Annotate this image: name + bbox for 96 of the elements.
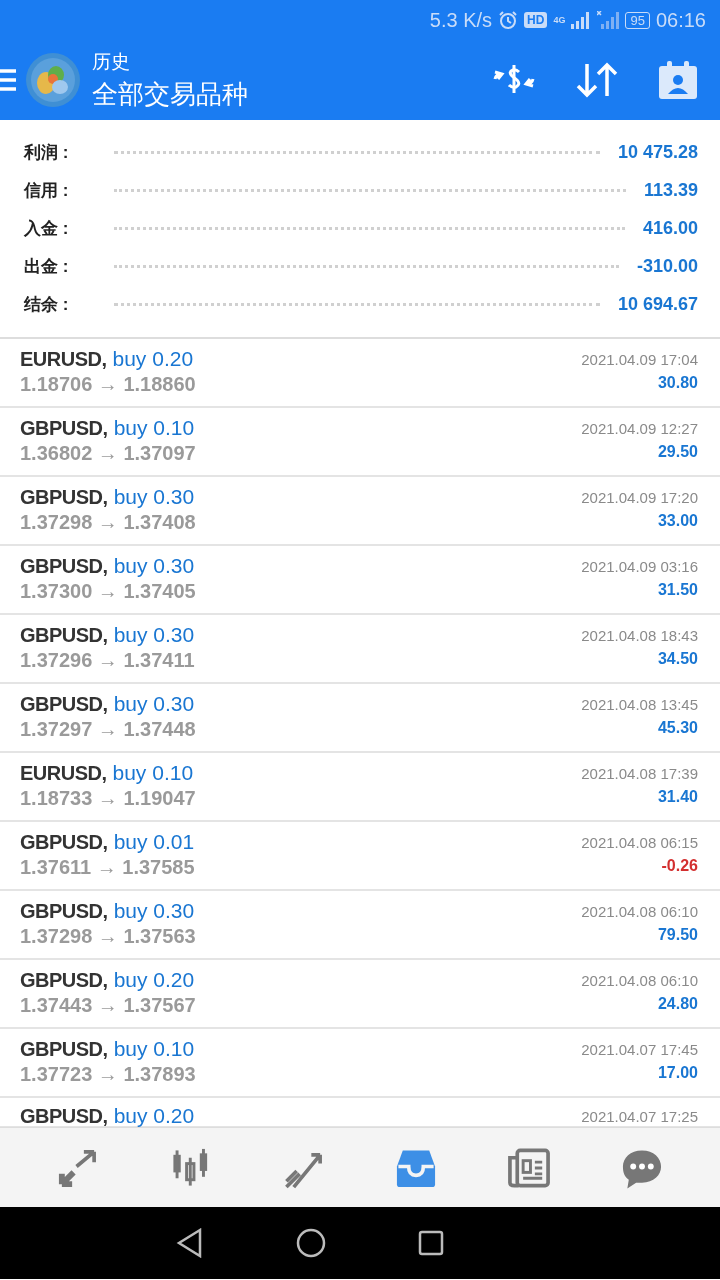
deal-time: 2021.04.09 17:04: [581, 351, 698, 368]
deal-time: 2021.04.08 06:15: [581, 834, 698, 851]
deal-volume: buy 0.20: [113, 968, 195, 992]
deal-volume: buy 0.20: [113, 1104, 195, 1127]
deal-volume: buy 0.30: [113, 899, 195, 923]
deal-prices: 1.18733 → 1.19047: [20, 787, 196, 810]
deal-time: 2021.04.09 03:16: [581, 558, 698, 575]
symbol-filter[interactable]: 全部交易品种: [92, 76, 492, 112]
back-icon[interactable]: [176, 1228, 204, 1258]
deal-row[interactable]: GBPUSD, buy 0.30 1.37296 → 1.37411 2021.04.08 18:43 34.50: [0, 615, 720, 684]
deal-row[interactable]: GBPUSD, buy 0.10 1.37723 → 1.37893 2021.04.07 17:45 17.00: [0, 1029, 720, 1098]
deal-row[interactable]: GBPUSD, buy 0.01 1.37611 → 1.37585 2021.04.08 06:15 -0.26: [0, 822, 720, 891]
deal-profit: 33.00: [657, 512, 698, 530]
summary-value: 10 694.67: [617, 294, 698, 315]
deal-volume: buy 0.30: [113, 485, 195, 509]
deal-prices: 1.37443 → 1.37567: [20, 994, 196, 1017]
signal-icon: [571, 11, 592, 29]
deal-row[interactable]: GBPUSD, buy 0.10 1.36802 → 1.37097 2021.04.09 12:27 29.50: [0, 408, 720, 477]
app-logo-icon: [26, 53, 80, 107]
deal-row[interactable]: GBPUSD, buy 0.30 1.37297 → 1.37448 2021.04.08 13:45 45.30: [0, 684, 720, 753]
deal-prices: 1.37298 → 1.37563: [20, 925, 196, 948]
deal-row[interactable]: GBPUSD, buy 0.20 1.37443 → 1.37567 2021.04.08 06:10 24.80: [0, 960, 720, 1029]
calendar-contact-icon[interactable]: [658, 60, 698, 100]
deal-time: 2021.04.08 17:39: [581, 765, 698, 782]
deal-symbol: EURUSD,: [20, 348, 107, 371]
deal-time: 2021.04.08 13:45: [581, 696, 698, 713]
deal-volume: buy 0.10: [113, 1037, 195, 1061]
alarm-icon: [498, 10, 519, 30]
deal-time: 2021.04.08 06:10: [581, 972, 698, 989]
home-icon[interactable]: [296, 1228, 326, 1258]
deal-symbol: GBPUSD,: [20, 693, 108, 716]
deal-row[interactable]: GBPUSD, buy 0.30 1.37300 → 1.37405 2021.04.09 03:16 31.50: [0, 546, 720, 615]
deal-time: 2021.04.08 06:10: [581, 903, 698, 920]
deal-profit: -0.26: [661, 857, 698, 875]
menu-icon[interactable]: [0, 68, 16, 92]
deal-profit: 17.00: [657, 1064, 698, 1082]
summary-value: -310.00: [636, 256, 698, 277]
deal-volume: buy 0.30: [113, 692, 195, 716]
deal-prices: 1.37296 → 1.37411: [20, 649, 195, 672]
summary-label: 信用 :: [24, 180, 70, 202]
deal-prices: 1.37611 → 1.37585: [20, 856, 195, 879]
deal-symbol: GBPUSD,: [20, 486, 108, 509]
summary-label: 入金 :: [24, 218, 70, 240]
deal-row[interactable]: GBPUSD, buy 0.30 1.37298 → 1.37563 2021.04.08 06:10 79.50: [0, 891, 720, 960]
hd-badge: HD: [524, 12, 548, 28]
deal-time: 2021.04.07 17:45: [581, 1041, 698, 1058]
deal-time: 2021.04.09 17:20: [581, 489, 698, 506]
deal-prices: 1.37298 → 1.37408: [20, 511, 196, 534]
deal-symbol: GBPUSD,: [20, 831, 108, 854]
deal-prices: 1.37723 → 1.37893: [20, 1063, 196, 1086]
deal-time: 2021.04.09 12:27: [581, 420, 698, 437]
deal-symbol: GBPUSD,: [20, 900, 108, 923]
deal-symbol: GBPUSD,: [20, 969, 108, 992]
deal-symbol: GBPUSD,: [20, 1038, 108, 1061]
battery-indicator: 95: [625, 11, 650, 29]
deal-prices: 1.36802 → 1.37097: [20, 442, 196, 465]
deal-profit: 34.50: [657, 650, 698, 668]
deal-time: 2021.04.07 17:25: [581, 1108, 698, 1125]
summary-label: 结余 :: [24, 294, 70, 316]
summary-value: 10 475.28: [617, 142, 698, 163]
signal-icon: [597, 11, 620, 29]
clock: 06:16: [655, 8, 706, 32]
sort-icon[interactable]: [576, 62, 618, 98]
deal-row[interactable]: EURUSD, buy 0.10 1.18733 → 1.19047 2021.04.08 17:39 31.40: [0, 753, 720, 822]
deal-volume: buy 0.01: [113, 830, 195, 854]
deal-profit: 24.80: [657, 995, 698, 1013]
deal-symbol: GBPUSD,: [20, 624, 108, 647]
deal-volume: buy 0.30: [113, 623, 195, 647]
summary-value: 113.39: [643, 180, 698, 201]
deal-volume: buy 0.10: [113, 416, 195, 440]
deal-prices: 1.37300 → 1.37405: [20, 580, 196, 603]
summary-value: 416.00: [642, 218, 698, 239]
network-type: 4G: [553, 15, 566, 25]
deal-profit: 45.30: [657, 719, 698, 737]
deal-time: 2021.04.08 18:43: [581, 627, 698, 644]
screen-title: 历史: [92, 49, 131, 74]
deal-prices: 1.37297 → 1.37448: [20, 718, 196, 741]
deal-profit: 31.40: [657, 788, 698, 806]
deal-row[interactable]: GBPUSD, buy 0.30 1.37298 → 1.37408 2021.04.09 17:20 33.00: [0, 477, 720, 546]
deal-profit: 29.50: [657, 443, 698, 461]
deal-profit: 31.50: [657, 581, 698, 599]
summary-label: 利润 :: [24, 142, 70, 164]
deal-volume: buy 0.30: [113, 554, 195, 578]
deal-row[interactable]: EURUSD, buy 0.20 1.18706 → 1.18860 2021.04.09 17:04 30.80: [0, 339, 720, 408]
deal-profit: 30.80: [657, 374, 698, 392]
deal-volume: buy 0.10: [112, 761, 194, 785]
summary-label: 出金 :: [24, 256, 70, 278]
deal-symbol: GBPUSD,: [20, 1105, 108, 1127]
deal-symbol: GBPUSD,: [20, 417, 108, 440]
network-speed: 5.3 K/s: [429, 8, 493, 32]
deal-volume: buy 0.20: [112, 347, 194, 371]
deal-symbol: GBPUSD,: [20, 555, 108, 578]
recents-icon[interactable]: [418, 1230, 444, 1256]
deal-profit: 79.50: [657, 926, 698, 944]
deal-symbol: EURUSD,: [20, 762, 107, 785]
deal-prices: 1.18706 → 1.18860: [20, 373, 196, 396]
